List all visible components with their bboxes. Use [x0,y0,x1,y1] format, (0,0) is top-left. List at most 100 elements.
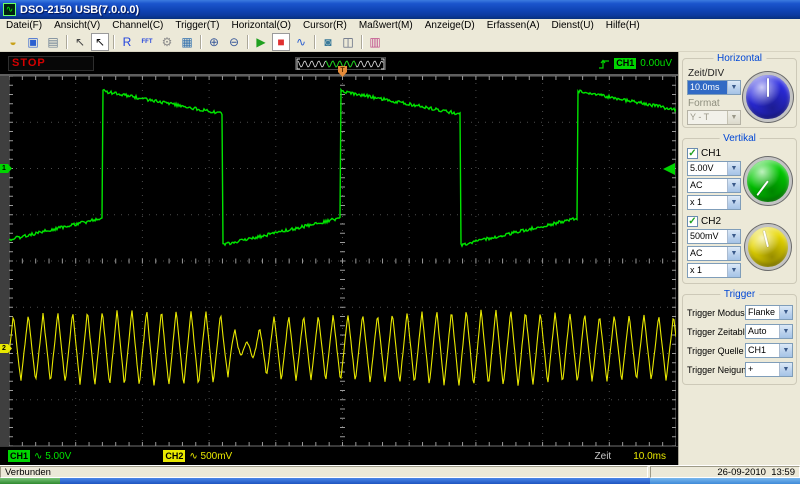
waveform-icon[interactable]: ∿ [292,33,310,51]
trigger-level-value: 0.00uV [640,58,672,69]
menu-item-datei[interactable]: Datei(F) [0,20,48,31]
app-window: ∿ DSO-2150 USB(7.0.0.0) Datei(F) Ansicht(… [0,0,800,484]
scope-bottom-bar: CH1 ∿ 5.00V CH2 ∿ 500mV Zeit 10.0ms [0,446,678,465]
toolbar-separator [113,34,114,49]
snapshot-icon[interactable]: ◙ [319,33,337,51]
cursor-track-icon[interactable]: ↖ [71,33,89,51]
trigger-modus-select[interactable]: Flanke ▼ [745,305,793,320]
chevron-down-icon: ▼ [727,247,740,260]
ch1-checkbox[interactable]: ✓ [687,148,698,159]
trigger-zeitablenkung-label: Trigger Zeitablenk [687,326,745,337]
auto-measure-icon[interactable]: R [118,33,136,51]
chevron-down-icon: ▼ [727,162,740,175]
rising-edge-icon [599,59,610,69]
tray-fragment [650,478,800,484]
title-bar: ∿ DSO-2150 USB(7.0.0.0) [0,0,800,19]
waveform-canvas [9,76,676,446]
menu-item-hilfe[interactable]: Hilfe(H) [600,20,646,31]
check-icon: ✓ [688,215,697,227]
ch1-probe-select[interactable]: x 1 ▼ [687,195,741,210]
menu-item-masswert[interactable]: Maßwert(M) [353,20,419,31]
display-image-icon[interactable]: ▦ [178,33,196,51]
ch2-scale-readout: ∿ 500mV [189,450,233,462]
menu-item-anzeige[interactable]: Anzeige(D) [419,20,481,31]
scope-area: STOP CH1 0.00uV 1 2 T CH1 ∿ 5.00V CH2 ∿ … [0,52,678,465]
toolbar-separator [361,34,362,49]
chevron-down-icon: ▼ [727,179,740,192]
vertikal-group-title: Vertikal [719,133,760,144]
connection-status: Verbunden [0,466,648,478]
trigger-zeitablenkung-select[interactable]: Auto ▼ [745,324,793,339]
run-status-indicator: STOP [8,56,94,71]
cursor-icon[interactable]: ↖ [91,32,109,51]
datetime-status: 26-09-2010 13:59 [650,466,800,478]
trigger-quelle-select[interactable]: CH1 ▼ [745,343,793,358]
fft-icon[interactable]: FFT [138,33,156,51]
zoom-in-icon[interactable]: ⊕ [205,33,223,51]
timebase-knob[interactable] [743,72,793,122]
trigger-row-modus: Trigger Modus Flanke ▼ [687,305,793,320]
trigger-modus-label: Trigger Modus [687,307,745,318]
ch2-label: CH2 [701,216,722,227]
ch1-position-knob[interactable] [744,156,792,205]
chevron-down-icon: ▼ [779,306,792,319]
ch2-probe-select[interactable]: x 1 ▼ [687,263,741,278]
toolbar-separator [66,34,67,49]
vertikal-group: Vertikal ✓ CH1 5.00V ▼ AC ▼ x 1 ▼ ✓ CH2 … [682,133,797,284]
ch1-scale-readout: ∿ 5.00V [34,450,72,462]
menu-item-trigger[interactable]: Trigger(T) [169,20,225,31]
scope-display: 1 2 T [0,66,678,446]
ch2-coupling-select[interactable]: AC ▼ [687,246,741,261]
zoom-out-icon[interactable]: ⊖ [225,33,243,51]
ch2-volts-select[interactable]: 500mV ▼ [687,229,741,244]
horizontal-group: Horizontal Zeit/DIV 10.0ms ▼ Format Y - … [682,53,797,128]
chevron-down-icon: ▼ [779,325,792,338]
zeitdiv-select[interactable]: 10.0ms ▼ [687,80,741,95]
timebase-readout: Zeit 10.0ms [594,450,666,462]
menu-item-cursor[interactable]: Cursor(R) [297,20,353,31]
format-label: Format [688,98,720,109]
ch1-label: CH1 [701,148,722,159]
trigger-source-chip: CH1 [614,58,637,69]
trigger-row-zeitablenkung: Trigger ZeitablenkAuto▼ [687,324,793,339]
trigger-group: Trigger Trigger Modus Flanke ▼ Trigger Zeit… [682,289,797,385]
panel-layout-icon[interactable]: ◫ [339,33,357,51]
save-icon[interactable]: ▣ [24,33,42,51]
chevron-down-icon: ▼ [779,344,792,357]
ch2-position-knob[interactable] [745,224,791,271]
trigger-row-quelle: Trigger Quelle CH1 ▼ [687,343,793,358]
format-select: Y - T ▼ [687,110,741,125]
toolbar-separator [200,34,201,49]
trigger-rows: Trigger ModusFlanke▼Trigger ZeitablenkAu… [687,305,793,377]
ch1-chip: CH1 [8,450,31,462]
trigger-quelle-label: Trigger Quelle [687,345,744,356]
horizontal-group-title: Horizontal [712,53,767,64]
zeitdiv-label: Zeit/DIV [688,68,725,79]
toolbar-separator [247,34,248,49]
menu-item-ansicht[interactable]: Ansicht(V) [48,20,106,31]
ch2-checkbox[interactable]: ✓ [687,216,698,227]
trigger-neigung-select[interactable]: + ▼ [745,362,793,377]
print-icon[interactable]: ▤ [44,33,62,51]
menu-item-channel[interactable]: Channel(C) [106,20,169,31]
window-title: DSO-2150 USB(7.0.0.0) [20,3,140,16]
os-taskbar-sliver [0,478,800,484]
ch1-volts-select[interactable]: 5.00V ▼ [687,161,741,176]
trigger-group-title: Trigger [719,289,760,300]
stop-icon[interactable]: ■ [272,32,290,51]
start-button-fragment[interactable] [0,478,60,484]
math-icon[interactable]: ⚙ [158,33,176,51]
ch1-coupling-select[interactable]: AC ▼ [687,178,741,193]
menu-item-dienst[interactable]: Dienst(U) [546,20,600,31]
menu-item-horizontal[interactable]: Horizontal(O) [225,20,296,31]
main-area: STOP CH1 0.00uV 1 2 T CH1 ∿ 5.00V CH2 ∿ … [0,52,800,465]
trigger-neigung-label: Trigger Neigung [687,364,745,375]
menu-item-erfassen[interactable]: Erfassen(A) [481,20,546,31]
start-icon[interactable]: ▶ [252,33,270,51]
help-book-icon[interactable]: ▥ [366,33,384,51]
trigger-readout: CH1 0.00uV [598,57,672,70]
open-icon[interactable]: ◒ [4,33,22,51]
check-icon: ✓ [688,147,697,159]
status-bar: Verbunden 26-09-2010 13:59 [0,465,800,478]
ch2-chip: CH2 [163,450,186,462]
